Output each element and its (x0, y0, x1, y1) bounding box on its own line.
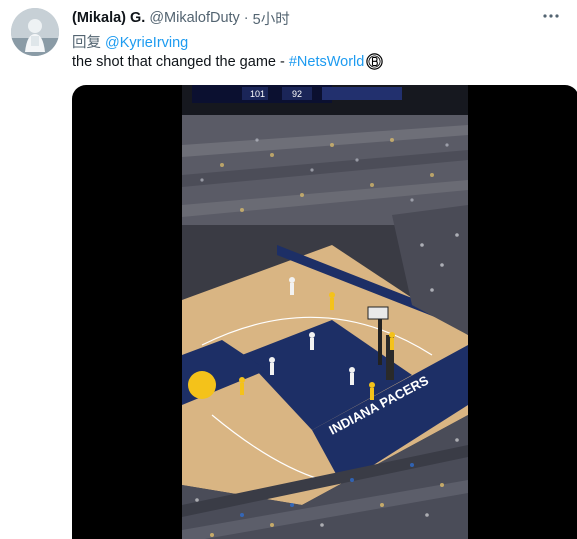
nets-logo-icon (366, 53, 384, 70)
home-score: 101 (250, 89, 265, 99)
tweet-header: (Mikala) G. @MikalofDuty · 5小时 (72, 8, 290, 28)
avatar[interactable] (11, 8, 59, 56)
hashtag-link[interactable]: #NetsWorld (289, 54, 364, 70)
tweet-text-body: the shot that changed the game - (72, 53, 289, 70)
display-name[interactable]: (Mikala) G. (72, 10, 145, 26)
away-score: 92 (292, 89, 302, 99)
crowd-upper (182, 115, 468, 225)
video-player[interactable]: 101 92 INDIANA PACERS (72, 85, 577, 539)
tweet-text: the shot that changed the game - #NetsWo… (72, 53, 384, 70)
more-dots-icon[interactable] (539, 8, 563, 28)
reply-prefix: 回复 (72, 35, 101, 51)
reply-context: 回复 @KyrieIrving (72, 31, 188, 52)
tweet[interactable]: (Mikala) G. @MikalofDuty · 5小时 回复 @Kyrie… (0, 0, 577, 539)
separator-dot: · (243, 10, 249, 26)
reply-to-link[interactable]: @KyrieIrving (105, 35, 188, 51)
timestamp[interactable]: 5小时 (253, 8, 290, 29)
user-handle[interactable]: @MikalofDuty (149, 10, 239, 26)
video-frame[interactable]: 101 92 INDIANA PACERS (182, 85, 468, 539)
